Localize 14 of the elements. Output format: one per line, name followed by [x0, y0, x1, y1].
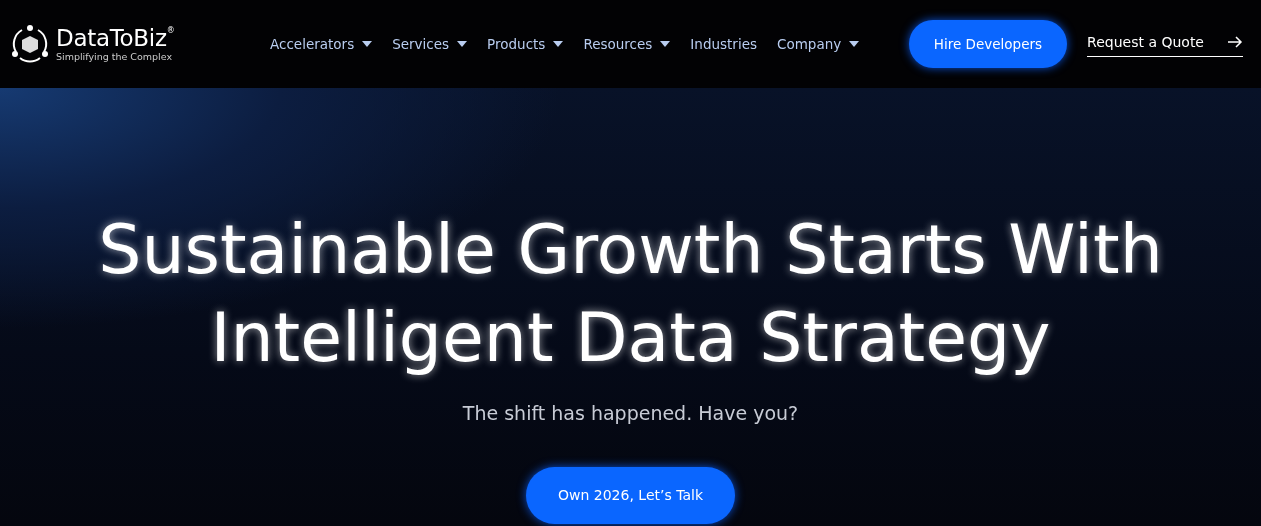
logo-wordmark: DataToBiz® [56, 26, 175, 50]
hero-headline: Sustainable Growth Starts With Intelligent Data Strategy [97, 209, 1164, 380]
nav-link[interactable]: Services [392, 33, 468, 55]
arrow-icon [1228, 36, 1243, 48]
logo-tagline: Simplifying the Complex [56, 51, 174, 62]
hire-developers-button[interactable]: Hire Developers [908, 19, 1068, 69]
cta-button[interactable]: Own 2026, Let’s Talk [526, 467, 735, 525]
request-quote-link[interactable]: Request a Quote [1087, 31, 1243, 57]
hero-subtitle: The shift has happened. Have you? [462, 400, 799, 426]
nav-link[interactable]: Accelerators [270, 33, 373, 55]
nav-link[interactable]: Products [487, 33, 564, 55]
nav-link[interactable]: Resources [583, 33, 671, 55]
nav-link[interactable]: Company [777, 33, 860, 55]
nav-link[interactable]: Industries [690, 33, 757, 55]
